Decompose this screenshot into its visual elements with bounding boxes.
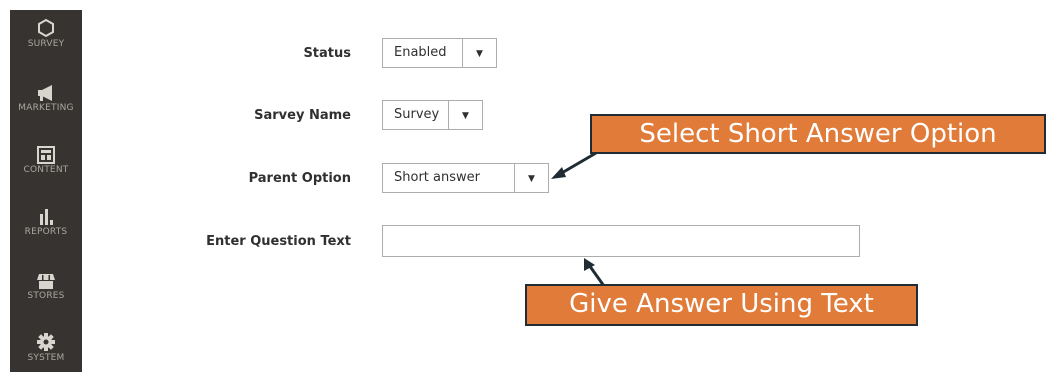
arrow-line xyxy=(559,151,597,176)
short-answer-callout: Select Short Answer Option xyxy=(590,114,1046,154)
text-answer-callout: Give Answer Using Text xyxy=(525,284,918,326)
arrow-line xyxy=(587,264,606,287)
arrowhead-icon xyxy=(551,167,566,179)
